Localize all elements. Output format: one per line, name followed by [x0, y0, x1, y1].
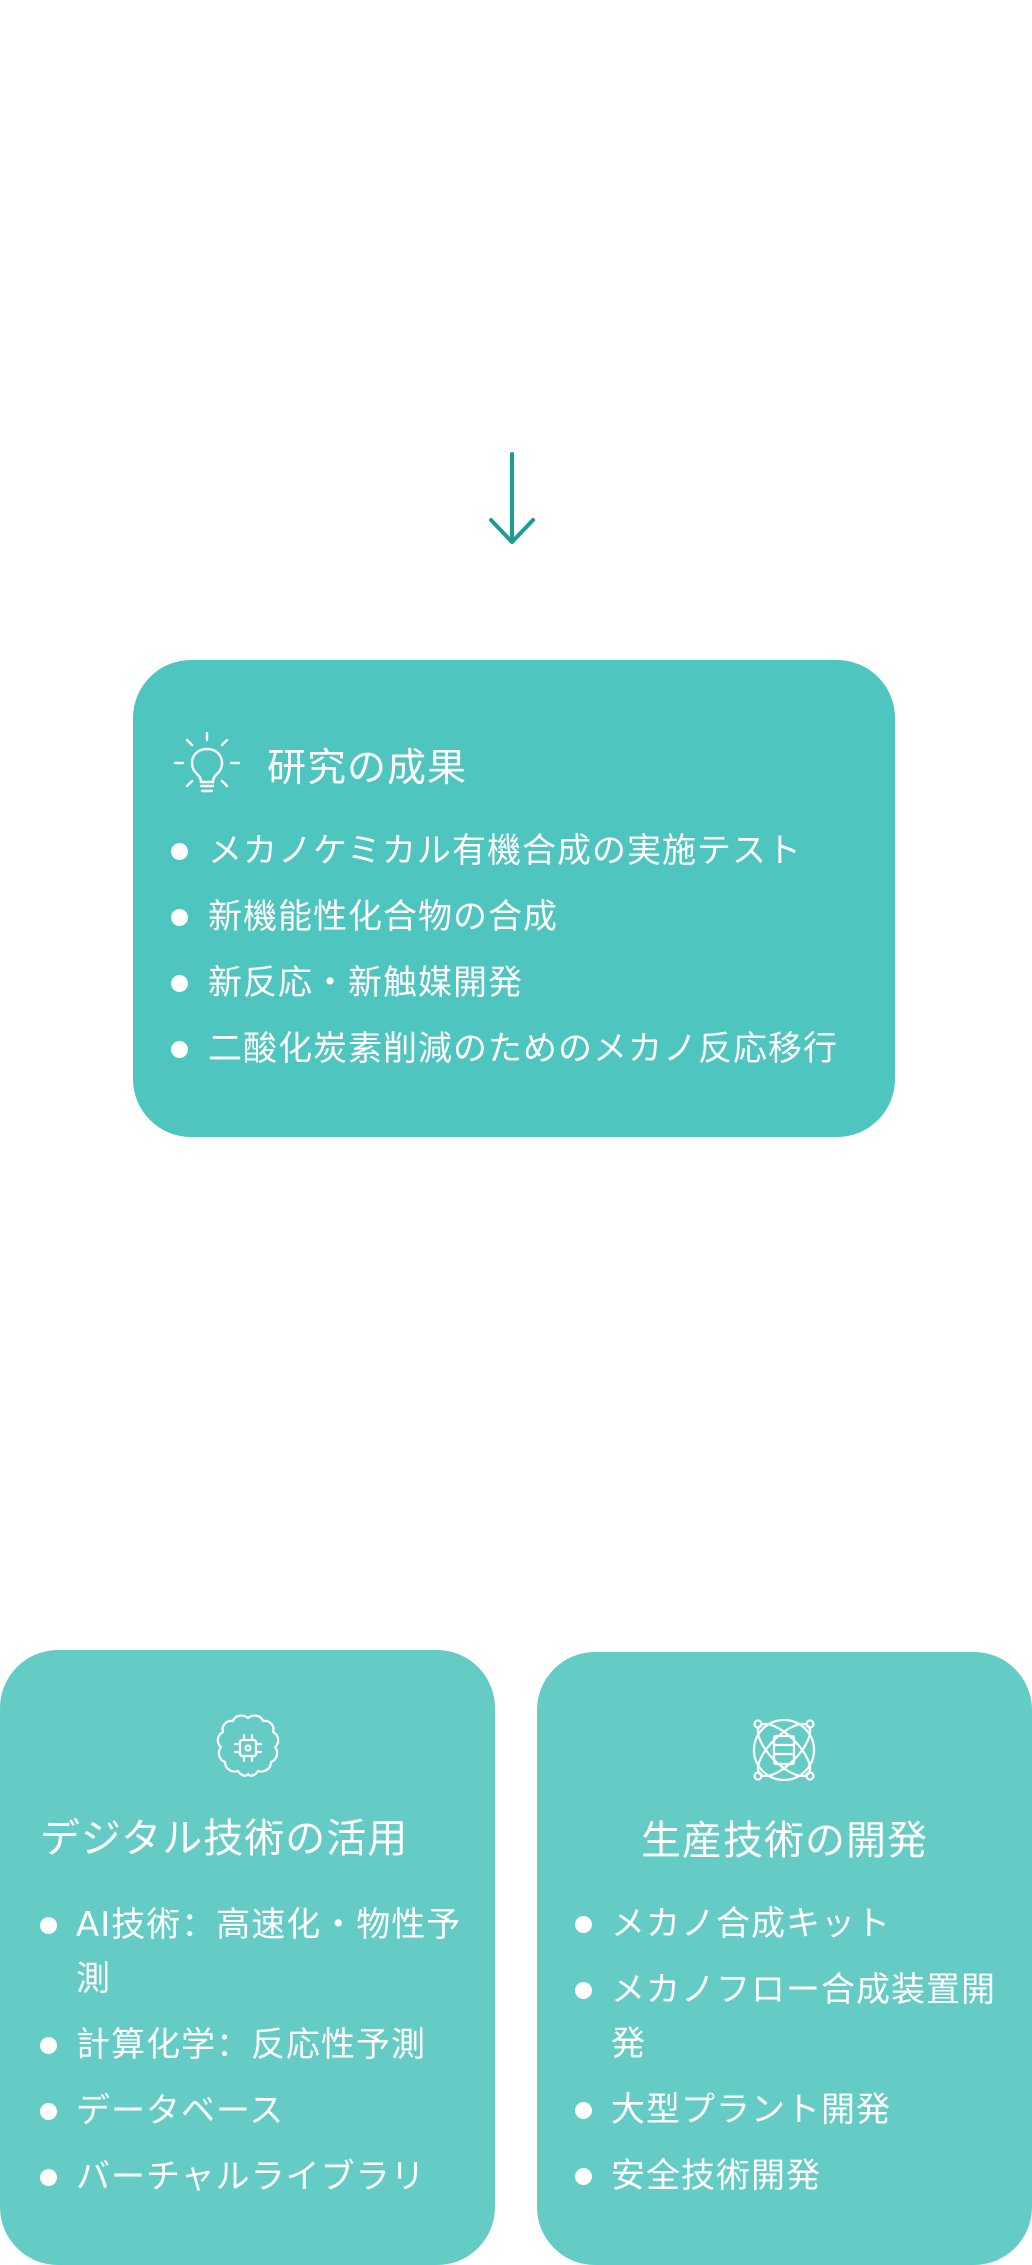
results-list: メカノケミカル有機合成の実施テスト 新機能性化合物の合成 新反応・新触媒開発 二…	[171, 824, 895, 1076]
lightbulb-icon	[173, 731, 241, 793]
results-title: 研究の成果	[267, 746, 468, 791]
list-item: データベース	[40, 2084, 470, 2138]
digital-list: AI技術：高速化・物性予測 計算化学：反応性予測 データベース バーチャルライブ…	[40, 1898, 470, 2216]
list-item: 新反応・新触媒開発	[171, 956, 895, 1010]
digital-title: デジタル技術の活用	[40, 1816, 409, 1862]
brain-chip-icon	[216, 1714, 280, 1777]
list-item: 大型プラント開発	[575, 2083, 1015, 2137]
arrow-down-icon	[489, 452, 535, 544]
list-item: AI技術：高速化・物性予測	[40, 1898, 470, 2006]
list-item: 安全技術開発	[575, 2149, 1015, 2203]
list-item: メカノケミカル有機合成の実施テスト	[171, 824, 895, 878]
production-list: メカノ合成キット メカノフロー合成装置開発 大型プラント開発 安全技術開発	[575, 1897, 1015, 2215]
list-item: メカノ合成キット	[575, 1897, 1015, 1951]
list-item: メカノフロー合成装置開発	[575, 1963, 1015, 2071]
list-item: 新機能性化合物の合成	[171, 890, 895, 944]
orbit-server-icon	[752, 1718, 816, 1782]
production-technology-card: 生産技術の開発 メカノ合成キット メカノフロー合成装置開発 大型プラント開発 安…	[537, 1652, 1032, 2265]
list-item: バーチャルライブラリ	[40, 2150, 470, 2204]
digital-technology-card: デジタル技術の活用 AI技術：高速化・物性予測 計算化学：反応性予測 データベー…	[0, 1650, 495, 2265]
research-results-card: 研究の成果 メカノケミカル有機合成の実施テスト 新機能性化合物の合成 新反応・新…	[133, 660, 895, 1137]
list-item: 二酸化炭素削減のためのメカノ反応移行	[171, 1022, 895, 1076]
list-item: 計算化学：反応性予測	[40, 2018, 470, 2072]
production-title: 生産技術の開発	[641, 1818, 928, 1864]
